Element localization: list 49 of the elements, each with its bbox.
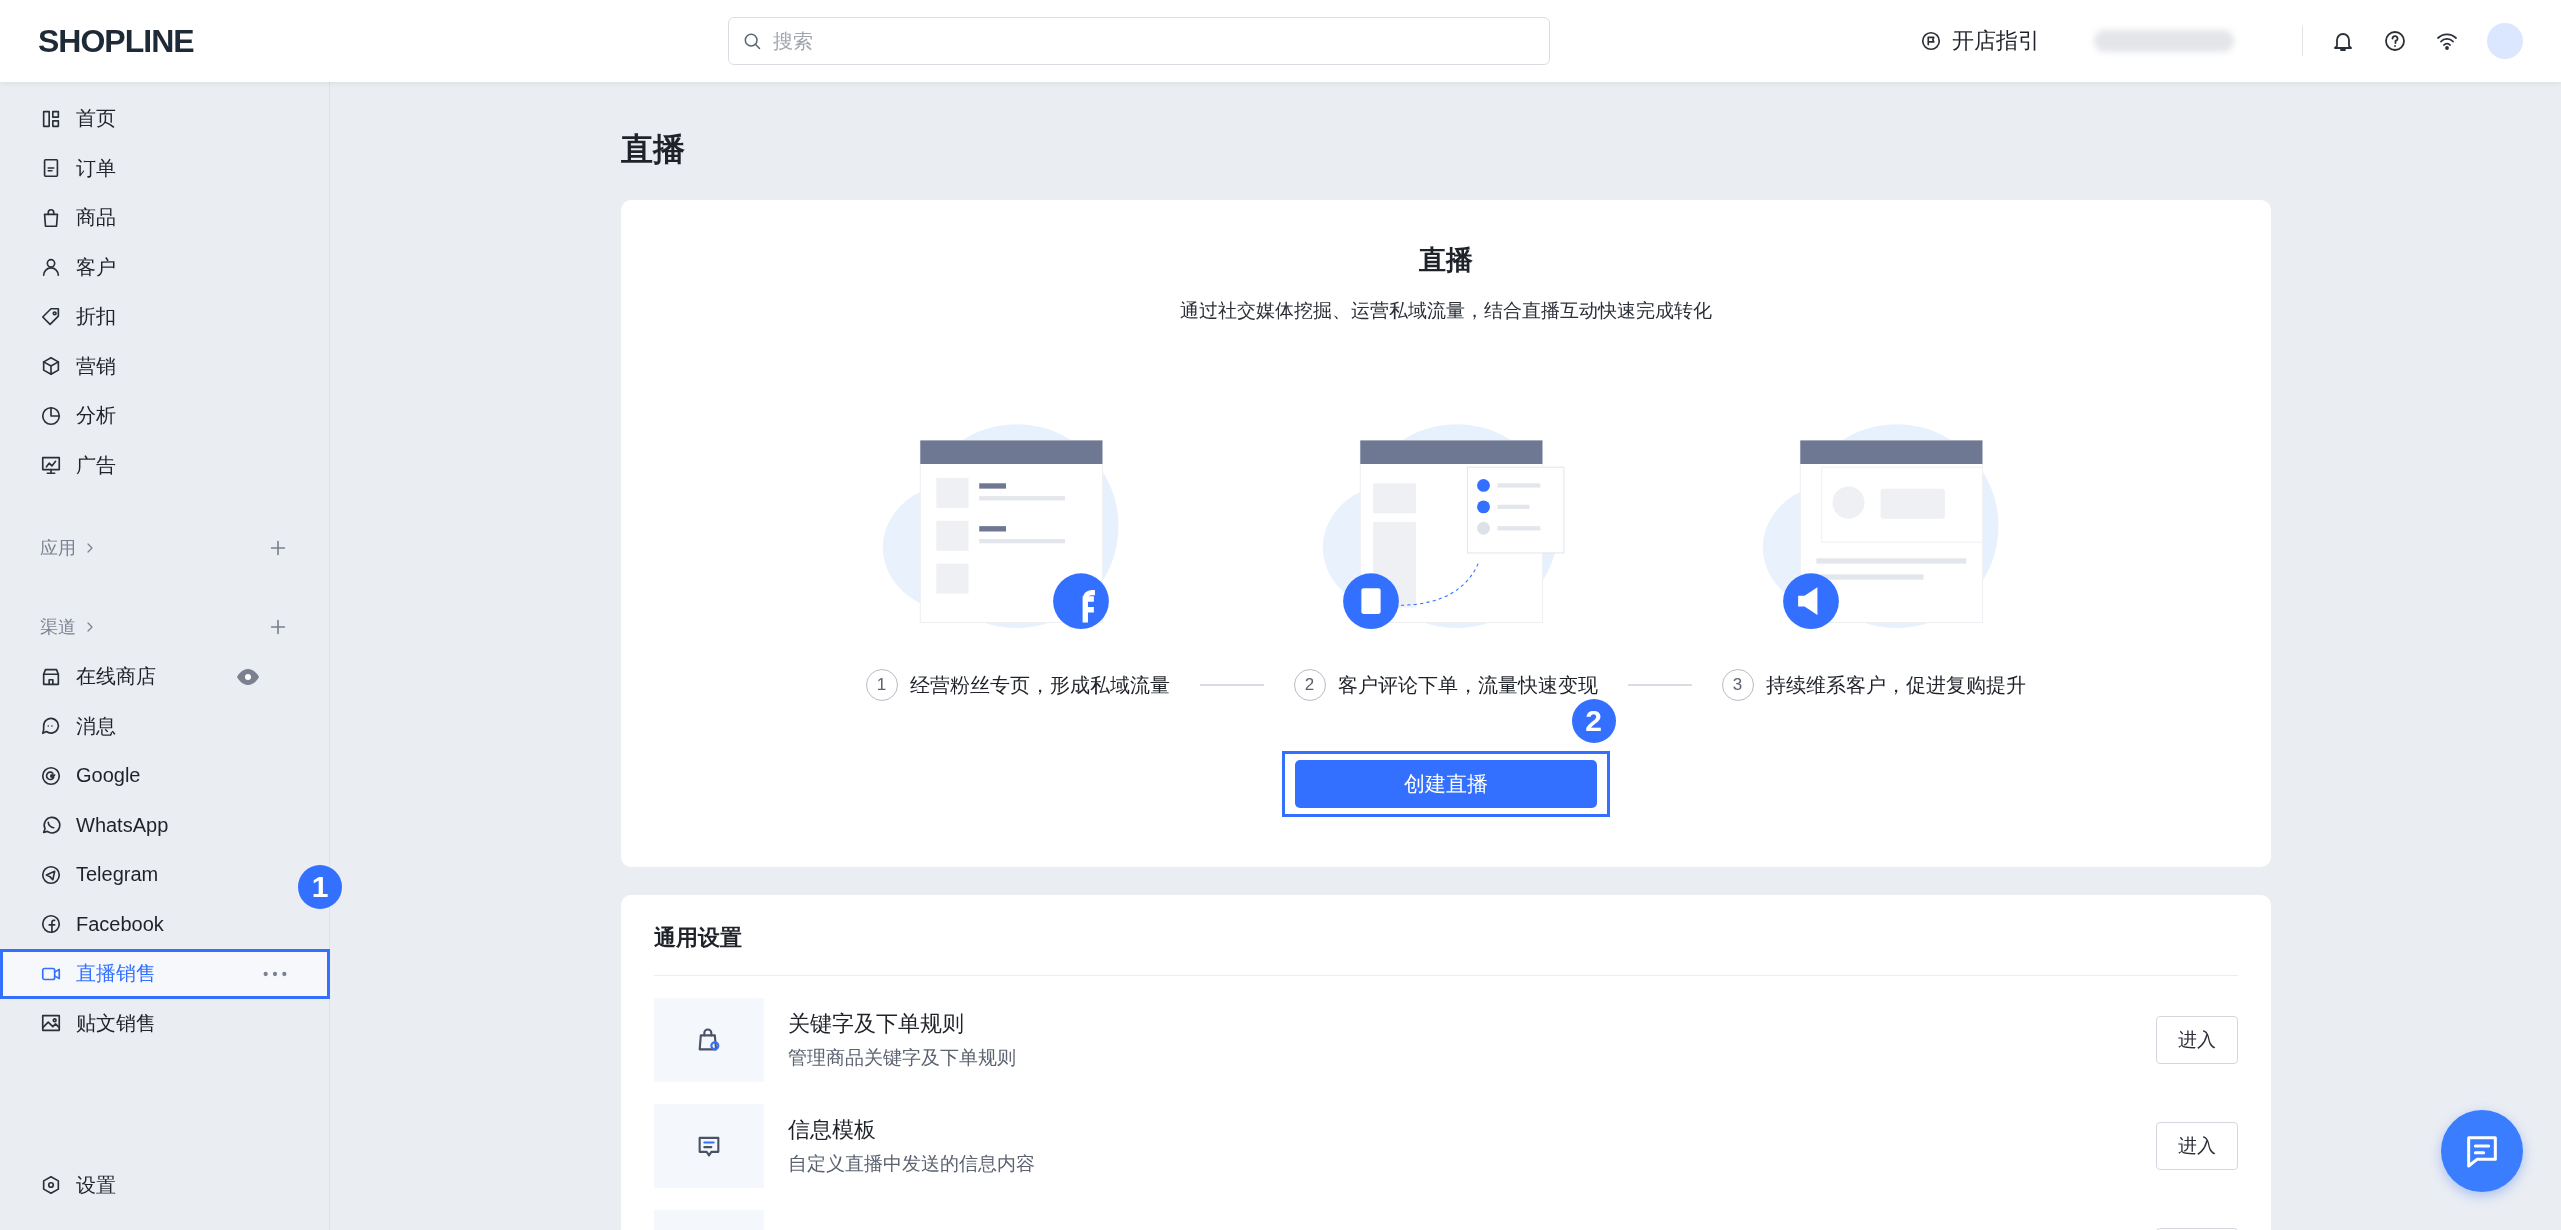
step-label: 客户评论下单，流量快速变现: [1337, 672, 1598, 698]
sidebar-item[interactable]: 消息: [0, 701, 300, 751]
store-guide-link[interactable]: 开店指引: [1914, 25, 2046, 57]
sidebar-item[interactable]: Google: [0, 751, 300, 801]
create-live-button[interactable]: 创建直播: [1294, 760, 1597, 808]
step-label: 持续维系客户，促进复购提升: [1765, 672, 2026, 698]
pie-chart-icon: [40, 404, 62, 427]
chat-button[interactable]: [2441, 1110, 2523, 1192]
sidebar-item[interactable]: 首页: [0, 94, 300, 144]
sidebar-item[interactable]: 广告: [0, 440, 300, 490]
step-marker: 1: [298, 865, 342, 909]
sidebar-item[interactable]: 客户: [0, 242, 300, 292]
help-icon: [2383, 29, 2407, 53]
sidebar-item[interactable]: Telegram: [0, 850, 300, 900]
sidebar-item[interactable]: Facebook: [0, 899, 300, 949]
sidebar-item[interactable]: 营销: [0, 341, 300, 391]
flag-icon: [1920, 30, 1942, 52]
google-icon: [40, 764, 62, 787]
setting-description: 自定义直播中发送的信息内容: [787, 1152, 1035, 1176]
step-marker: 2: [1571, 699, 1616, 743]
setting-description: 管理商品关键字及下单规则: [787, 1046, 1016, 1070]
facebook-icon: [40, 913, 62, 936]
whatsapp-icon: [40, 814, 62, 837]
telegram-icon: [40, 863, 62, 886]
sidebar-item[interactable]: 折扣: [0, 292, 300, 342]
sidebar-item[interactable]: 贴文销售: [0, 998, 300, 1048]
cube-icon: [40, 355, 62, 378]
enter-button[interactable]: 进入: [2155, 1122, 2238, 1170]
more-icon[interactable]: [263, 970, 287, 977]
enter-button[interactable]: 进入: [2155, 1016, 2238, 1064]
step-label: 经营粉丝专页，形成私域流量: [909, 672, 1170, 698]
sidebar-item[interactable]: 订单: [0, 143, 300, 193]
sidebar-item[interactable]: 商品: [0, 193, 300, 243]
sidebar-item[interactable]: 分析: [0, 391, 300, 441]
page-title: 直播: [620, 130, 686, 169]
sidebar-item[interactable]: 设置: [0, 1160, 300, 1210]
sidebar-item[interactable]: WhatsApp: [0, 800, 300, 850]
person-icon: [40, 256, 62, 279]
sidebar-item[interactable]: 直播销售: [0, 949, 330, 999]
sidebar-item[interactable]: 在线商店: [0, 652, 300, 702]
setting-title: 关键字及下单规则: [787, 1010, 965, 1038]
intro-title: 直播: [1418, 244, 1473, 277]
tag-icon: [40, 305, 62, 328]
monitor-chart-icon: [40, 454, 62, 477]
logo: SHOPLINE: [38, 22, 195, 60]
setting-title: 信息模板: [787, 1116, 877, 1144]
search-field[interactable]: 搜索: [728, 17, 1550, 65]
section-title: 通用设置: [653, 895, 2238, 976]
intro-subtitle: 通过社交媒体挖掘、运营私域流量，结合直播互动快速完成转化: [1179, 299, 1712, 323]
